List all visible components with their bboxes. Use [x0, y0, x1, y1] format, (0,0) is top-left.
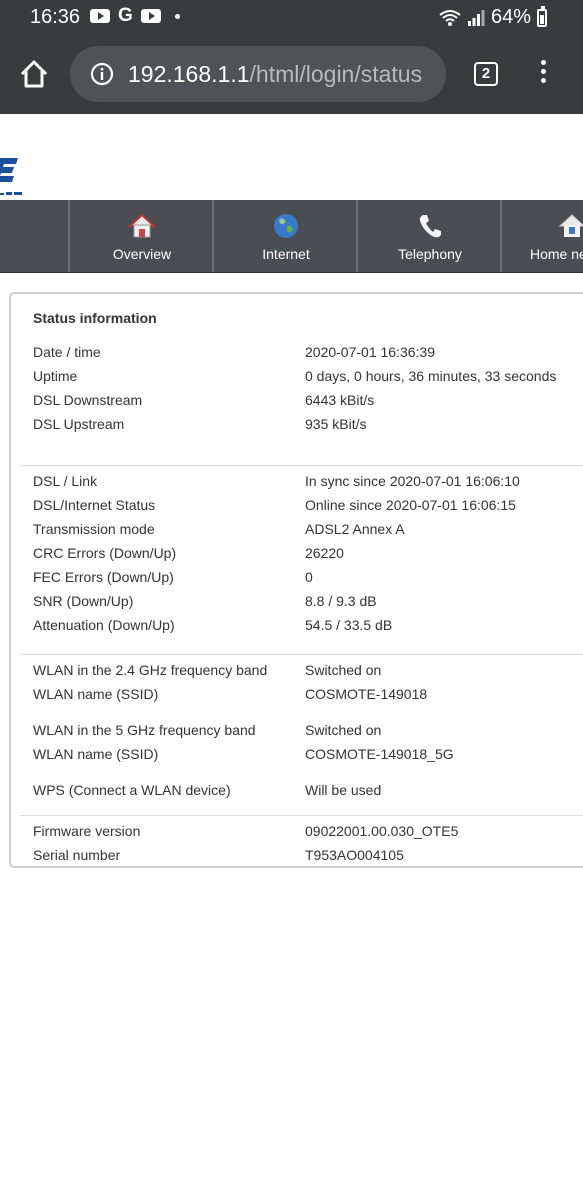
panel-title: Status information — [33, 310, 157, 326]
row-value: 6443 kBit/s — [305, 392, 375, 408]
url-text[interactable]: 192.168.1.1/html/login/status — [128, 61, 422, 88]
row-label: WLAN in the 5 GHz frequency band — [33, 722, 256, 738]
system-icons: 64% — [439, 5, 547, 29]
row-label: Attenuation (Down/Up) — [33, 617, 175, 633]
status-row: DSL/Internet Status Online since 2020-07… — [33, 497, 583, 517]
status-row: DSL Upstream 935 kBit/s — [33, 416, 583, 436]
status-row: WPS (Connect a WLAN device) Will be used — [33, 782, 583, 802]
nav-label: Overview — [112, 246, 172, 262]
row-label: CRC Errors (Down/Up) — [33, 545, 177, 561]
logo-tagline — [0, 192, 22, 195]
status-row: Attenuation (Down/Up) 54.5 / 33.5 dB — [33, 617, 583, 637]
nav-label: Home ne — [530, 246, 583, 262]
status-row: WLAN in the 5 GHz frequency band Switche… — [33, 722, 583, 742]
youtube-icon — [90, 9, 110, 23]
row-value: 8.8 / 9.3 dB — [305, 593, 377, 609]
address-bar[interactable]: 192.168.1.1/html/login/status — [70, 46, 446, 102]
browser-toolbar: 192.168.1.1/html/login/status 2 — [0, 36, 583, 114]
row-label: WPS (Connect a WLAN device) — [33, 782, 231, 798]
row-label: DSL/Internet Status — [33, 497, 156, 513]
more-notifications-icon — [174, 13, 180, 19]
google-icon: G — [118, 5, 133, 26]
row-value: COSMOTE-149018_5G — [305, 746, 454, 762]
row-label: Date / time — [33, 344, 101, 360]
youtube-icon — [140, 9, 161, 23]
status-row: DSL / Link In sync since 2020-07-01 16:0… — [33, 473, 583, 493]
notification-icons: G — [90, 5, 180, 26]
logo-mark — [0, 158, 18, 182]
main-navigation: Overview Internet Telephony Home ne — [0, 200, 583, 273]
status-row: WLAN name (SSID) COSMOTE-149018 — [33, 686, 583, 706]
row-value: COSMOTE-149018 — [305, 686, 428, 702]
home-icon[interactable] — [18, 58, 50, 90]
url-host: 192.168.1.1 — [128, 60, 250, 87]
globe-icon — [274, 214, 298, 238]
row-value: 09022001.00.030_OTE5 — [305, 823, 459, 839]
row-label: WLAN name (SSID) — [33, 746, 159, 762]
nav-overview[interactable]: Overview — [68, 200, 214, 272]
home-network-icon — [558, 214, 583, 237]
row-value: 26220 — [305, 545, 344, 561]
status-row: FEC Errors (Down/Up) 0 — [33, 569, 583, 589]
row-value: ADSL2 Annex A — [305, 521, 405, 537]
clock: 16:36 — [30, 6, 81, 28]
status-row: DSL Downstream 6443 kBit/s — [33, 392, 583, 412]
status-row: Serial number T953AO004105 — [33, 847, 583, 867]
row-value: 2020-07-01 16:36:39 — [305, 344, 435, 360]
section-divider — [20, 654, 583, 655]
row-label: WLAN name (SSID) — [33, 686, 159, 702]
status-row: SNR (Down/Up) 8.8 / 9.3 dB — [33, 593, 583, 613]
status-row: Uptime 0 days, 0 hours, 36 minutes, 33 s… — [33, 368, 583, 388]
nav-label: Telephony — [398, 246, 462, 262]
status-row: WLAN in the 2.4 GHz frequency band Switc… — [33, 662, 583, 682]
tab-switcher-button[interactable]: 2 — [474, 62, 498, 86]
battery-percentage: 64% — [490, 6, 531, 28]
url-path: /html/login/status — [249, 60, 423, 87]
row-label: WLAN in the 2.4 GHz frequency band — [33, 662, 268, 678]
row-value: 0 days, 0 hours, 36 minutes, 33 seconds — [305, 368, 557, 384]
section-divider — [20, 465, 583, 466]
row-label: FEC Errors (Down/Up) — [33, 569, 174, 585]
home-icon — [128, 213, 156, 238]
status-panel: Status information Date / time 2020-07-0… — [9, 292, 583, 868]
row-value: 54.5 / 33.5 dB — [305, 617, 393, 633]
nav-internet[interactable]: Internet — [212, 200, 358, 272]
signal-icon — [467, 9, 485, 26]
row-label: Firmware version — [33, 823, 141, 839]
info-icon[interactable] — [90, 62, 114, 86]
wifi-icon — [439, 9, 461, 26]
status-row: Firmware version 09022001.00.030_OTE5 — [33, 823, 583, 843]
nav-telephony[interactable]: Telephony — [356, 200, 502, 272]
phone-icon — [419, 215, 441, 238]
row-label: DSL Upstream — [33, 416, 125, 432]
row-value: Online since 2020-07-01 16:06:15 — [305, 497, 516, 513]
overflow-menu-icon[interactable] — [533, 60, 553, 90]
row-value: 935 kBit/s — [305, 416, 367, 432]
battery-icon — [537, 5, 547, 27]
row-value: Will be used — [305, 782, 382, 798]
row-value: In sync since 2020-07-01 16:06:10 — [305, 473, 520, 489]
row-value: 0 — [305, 569, 313, 585]
row-label: Uptime — [33, 368, 78, 384]
row-value: Switched on — [305, 722, 382, 738]
nav-label: Internet — [262, 246, 310, 262]
system-status-bar: 16:36 G 64% — [0, 0, 583, 36]
row-label: Transmission mode — [33, 521, 155, 537]
row-label: DSL / Link — [33, 473, 98, 489]
status-row: WLAN name (SSID) COSMOTE-149018_5G — [33, 746, 583, 766]
page-content: Overview Internet Telephony Home ne Stat… — [0, 114, 583, 1200]
status-row: Date / time 2020-07-01 16:36:39 — [33, 344, 583, 364]
row-label: SNR (Down/Up) — [33, 593, 134, 609]
nav-home-network[interactable]: Home ne — [500, 200, 583, 272]
row-value: T953AO004105 — [305, 847, 404, 863]
row-label: DSL Downstream — [33, 392, 143, 408]
status-row: CRC Errors (Down/Up) 26220 — [33, 545, 583, 565]
status-row: Transmission mode ADSL2 Annex A — [33, 521, 583, 541]
row-label: Serial number — [33, 847, 121, 863]
section-divider — [20, 815, 583, 816]
row-value: Switched on — [305, 662, 382, 678]
